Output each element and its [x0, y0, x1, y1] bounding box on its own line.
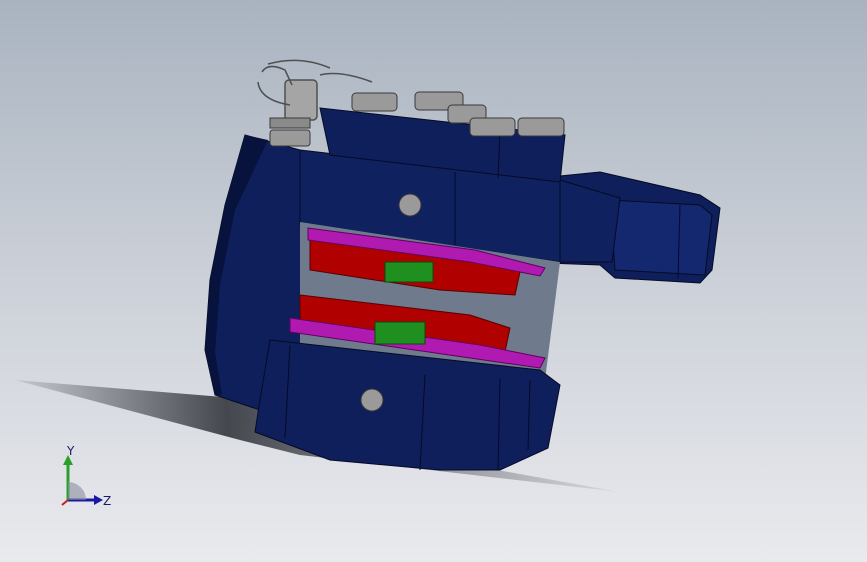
cad-viewport[interactable]: Y Z — [0, 0, 867, 562]
x-axis-arrow — [61, 499, 69, 506]
caliper-assembly[interactable] — [204, 59, 721, 471]
z-axis-label: Z — [103, 494, 111, 508]
upper-piston[interactable] — [384, 261, 434, 283]
y-axis-label: Y — [66, 444, 75, 458]
caliper-model-view[interactable]: Y Z — [0, 0, 867, 562]
upper-guide-pin[interactable] — [398, 193, 422, 217]
lower-piston[interactable] — [374, 321, 426, 345]
axis-triad: Y Z — [61, 444, 111, 508]
mounting-arm-face — [609, 199, 713, 276]
lower-guide-pin[interactable] — [360, 388, 384, 412]
